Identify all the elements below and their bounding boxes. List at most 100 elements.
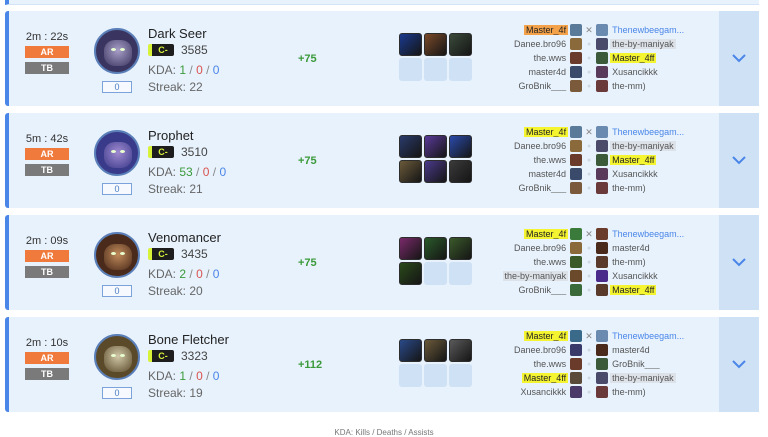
expand-button[interactable] (719, 215, 759, 310)
hero-portrait-icon (104, 346, 132, 372)
item-slot-icon[interactable] (399, 339, 422, 362)
hero-avatar[interactable] (94, 232, 140, 278)
player-name: master4d (528, 169, 567, 179)
item-slot-icon[interactable] (399, 262, 422, 285)
hero-avatar[interactable] (94, 130, 140, 176)
radiant-player[interactable]: master4d (489, 169, 568, 179)
dire-player[interactable]: the-mm) (610, 183, 704, 193)
versus-icon: ● (586, 142, 592, 150)
dire-player[interactable]: Xusancikkk (610, 67, 704, 77)
hero-mini-icon (570, 330, 583, 342)
item-slot-icon[interactable] (424, 33, 447, 56)
radiant-player[interactable]: Danee.bro96 (489, 345, 568, 355)
dire-player[interactable]: the-by-maniyak (610, 141, 704, 151)
dire-player[interactable]: Thenewbeegam... (610, 229, 704, 239)
dire-player[interactable]: the-by-maniyak (610, 373, 704, 383)
dire-player[interactable]: Thenewbeegam... (610, 127, 704, 137)
radiant-player[interactable]: Danee.bro96 (489, 141, 568, 151)
dire-player[interactable]: the-by-maniyak (610, 39, 704, 49)
expand-button[interactable] (719, 317, 759, 412)
match-meta: 5m : 42s AR TB (23, 133, 71, 176)
item-slot-icon[interactable] (449, 237, 472, 260)
dire-player[interactable]: GroBnik___ (610, 359, 704, 369)
dire-player[interactable]: Thenewbeegam... (610, 331, 704, 341)
radiant-player[interactable]: the.wws (489, 359, 568, 369)
dire-player[interactable]: Master_4ff (610, 155, 704, 165)
hero-avatar[interactable] (94, 334, 140, 380)
radiant-player[interactable]: Master_4f (489, 127, 569, 137)
dire-player[interactable]: Xusancikkk (610, 169, 704, 179)
radiant-player[interactable]: Master_4f (489, 331, 569, 341)
dire-player[interactable]: the-mm) (610, 257, 704, 267)
dire-player[interactable]: Master_4ff (610, 285, 704, 295)
dire-player[interactable]: the-mm) (610, 81, 704, 91)
match-card[interactable]: 2m : 10s AR TB 0 Bone Fletcher C- 3323 K… (5, 317, 759, 412)
item-slot-icon[interactable] (449, 33, 472, 56)
chevron-down-icon (732, 156, 746, 165)
hero-mini-icon (570, 372, 583, 384)
radiant-player[interactable]: master4d (489, 67, 568, 77)
dire-player[interactable]: master4d (610, 243, 704, 253)
kda-separator: / (186, 63, 197, 77)
player-name: Master_4f (524, 331, 569, 341)
item-slot-icon[interactable] (424, 237, 447, 260)
mode-tb-badge: TB (25, 62, 69, 74)
radiant-player[interactable]: the.wws (489, 257, 568, 267)
radiant-player[interactable]: Danee.bro96 (489, 39, 568, 49)
expand-button[interactable] (719, 113, 759, 208)
expand-button[interactable] (719, 11, 759, 106)
item-slot-icon[interactable] (424, 160, 447, 183)
mode-ar-badge: AR (25, 148, 69, 160)
player-name: the.wws (533, 257, 567, 267)
radiant-player[interactable]: GroBnik___ (489, 183, 568, 193)
radiant-player[interactable]: Master_4ff (489, 373, 569, 383)
hero-name[interactable]: Venomancer (148, 230, 221, 245)
item-slot-icon[interactable] (399, 237, 422, 260)
assists-value: 0 (212, 63, 220, 77)
match-card[interactable]: 2m : 22s AR TB 0 Dark Seer C- 3585 KDA: … (5, 11, 759, 106)
dire-player[interactable]: Master_4ff (610, 53, 704, 63)
radiant-player[interactable]: the.wws (489, 155, 568, 165)
dire-player[interactable]: the-mm) (610, 387, 704, 397)
radiant-player[interactable]: Danee.bro96 (489, 243, 568, 253)
item-slot-icon[interactable] (399, 160, 422, 183)
hero-name[interactable]: Prophet (148, 128, 194, 143)
empty-item-slot (424, 262, 447, 285)
hero-mini-icon (596, 358, 609, 370)
hero-name[interactable]: Dark Seer (148, 26, 207, 41)
dire-player[interactable]: Xusancikkk (610, 271, 704, 281)
item-slot-icon[interactable] (449, 339, 472, 362)
dire-player[interactable]: master4d (610, 345, 704, 355)
hero-avatar[interactable] (94, 28, 140, 74)
kda-line: KDA: 1 / 0 / 0 (148, 369, 219, 383)
dire-player[interactable]: Thenewbeegam... (610, 25, 704, 35)
radiant-player[interactable]: Master_4f (489, 229, 569, 239)
item-slot-icon[interactable] (399, 135, 422, 158)
match-card[interactable]: 2m : 09s AR TB 0 Venomancer C- 3435 KDA:… (5, 215, 759, 310)
versus-icon: ● (586, 374, 592, 382)
radiant-player[interactable]: GroBnik___ (489, 81, 568, 91)
hero-name[interactable]: Bone Fletcher (148, 332, 229, 347)
hero-mini-icon (596, 52, 609, 64)
match-duration: 2m : 22s (25, 31, 69, 43)
radiant-player[interactable]: Master_4f (489, 25, 569, 35)
item-slot-icon[interactable] (424, 135, 447, 158)
item-slot-icon[interactable] (399, 33, 422, 56)
kda-legend-footer: KDA: Kills / Deaths / Assists (334, 428, 434, 437)
item-slot-icon[interactable] (449, 160, 472, 183)
match-card[interactable]: 5m : 42s AR TB 0 Prophet C- 3510 KDA: 53… (5, 113, 759, 208)
player-name: GroBnik___ (518, 285, 567, 295)
player-name: Xusancikkk (520, 387, 567, 397)
radiant-player[interactable]: the-by-maniyak (489, 271, 569, 281)
hero-mini-icon (570, 386, 583, 398)
kda-separator: / (209, 165, 220, 179)
hero-mini-icon (596, 38, 609, 50)
player-name: Danee.bro96 (514, 39, 567, 49)
radiant-player[interactable]: GroBnik___ (489, 285, 568, 295)
radiant-player[interactable]: the.wws (489, 53, 568, 63)
radiant-player[interactable]: Xusancikkk (489, 387, 568, 397)
hero-mini-icon (570, 270, 583, 282)
item-slot-icon[interactable] (449, 135, 472, 158)
item-slot-icon[interactable] (424, 339, 447, 362)
player-name: Xusancikkk (612, 67, 658, 77)
